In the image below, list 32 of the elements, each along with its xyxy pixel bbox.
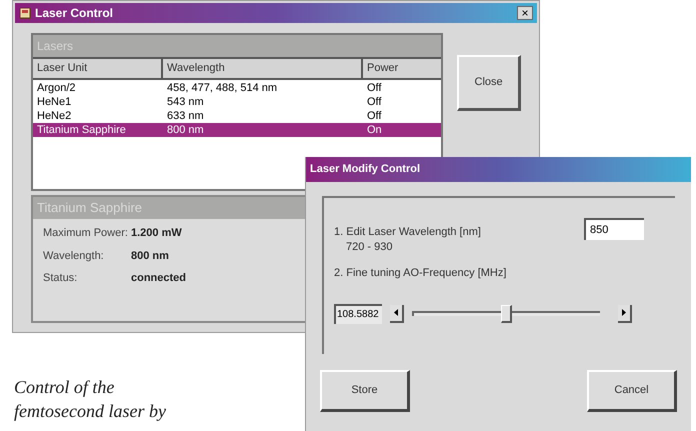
close-button[interactable]: Close [457, 55, 521, 111]
list-row[interactable]: HeNe1 543 nm Off [33, 95, 442, 109]
slider-thumb[interactable] [500, 304, 512, 322]
list-row[interactable]: HeNe2 633 nm Off [33, 109, 442, 123]
column-header[interactable]: Laser Unit [33, 59, 163, 78]
left-arrow-icon [394, 309, 398, 316]
wavelength-range: 720 - 930 [346, 240, 394, 254]
list-row[interactable]: Titanium Sapphire 800 nm On [33, 123, 442, 137]
field-label: Status: [43, 271, 78, 286]
field-value: 1.200 mW [131, 226, 182, 241]
frequency-input[interactable]: 108.5882 [334, 304, 382, 324]
field-label: Wavelength: [43, 248, 105, 264]
column-header[interactable]: Power [363, 59, 442, 78]
field-value: connected [131, 271, 186, 286]
frequency-label: 2. Fine tuning AO-Frequency [MHz] [334, 266, 508, 281]
wavelength-input[interactable]: 850 [584, 218, 644, 240]
cancel-button[interactable]: Cancel [587, 370, 677, 412]
field-value: 800 nm [131, 248, 169, 264]
caption-line: Control of the [14, 376, 116, 399]
wavelength-label: 1. Edit Laser Wavelength [nm] [334, 225, 482, 240]
scroll-left-button[interactable] [390, 304, 404, 322]
window-title: Laser Modify Control [306, 157, 691, 182]
window-title: Laser Control [35, 5, 114, 22]
field-label: Maximum Power: [43, 226, 129, 241]
close-button[interactable]: × [517, 6, 533, 20]
caption-line: femtosecond laser by [14, 400, 166, 423]
scroll-right-button[interactable] [618, 304, 632, 322]
list-row[interactable]: Argon/2 458, 477, 488, 514 nm Off [33, 81, 442, 95]
column-header[interactable]: Wavelength [163, 59, 363, 78]
right-arrow-icon [622, 309, 626, 316]
app-icon [19, 7, 31, 19]
store-button[interactable]: Store [320, 370, 410, 412]
